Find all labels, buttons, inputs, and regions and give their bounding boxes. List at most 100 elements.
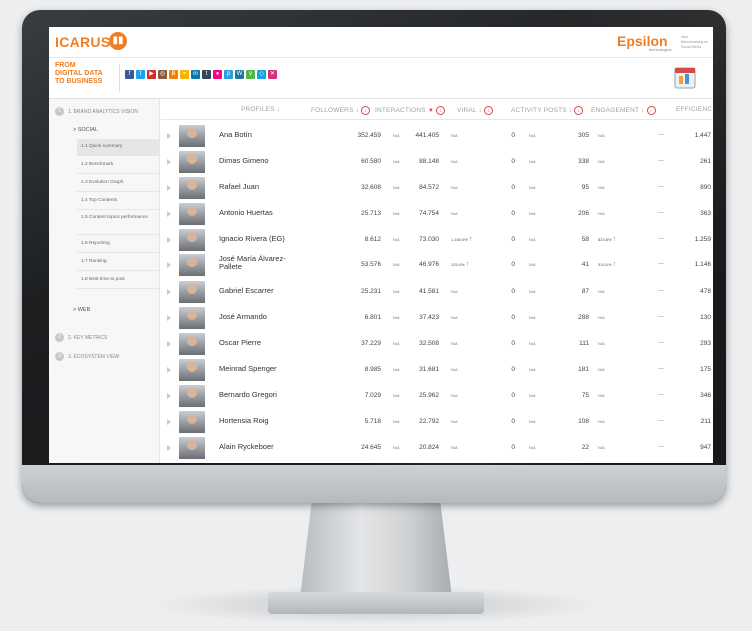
sidebar-item-top-contents[interactable]: 1.4 Top Contents bbox=[77, 193, 159, 210]
blogger-icon[interactable]: B bbox=[169, 70, 178, 79]
sidebar-section-key-metrics[interactable]: 2 2. KEY METRICS bbox=[55, 333, 107, 342]
viral-change: N/A bbox=[529, 419, 536, 424]
info-icon[interactable]: i bbox=[646, 106, 656, 115]
table-row[interactable]: José María Álvarez-Pallete 53.576 N/A 46.97… bbox=[161, 253, 713, 277]
expand-row-icon[interactable] bbox=[167, 237, 171, 243]
expand-row-icon[interactable] bbox=[167, 159, 171, 165]
interactions-value: 88.148 bbox=[419, 158, 439, 165]
efficiency-value: 1.259 bbox=[694, 236, 711, 243]
table-row[interactable]: Ana Botín 352.459 N/A 441.405 N/A 0 N/A 305 N/A -… bbox=[161, 124, 713, 148]
expand-row-icon[interactable] bbox=[167, 185, 171, 191]
engagement-value: --- bbox=[658, 314, 664, 320]
profile-name[interactable]: Dimas Gimeno bbox=[219, 157, 289, 165]
profile-name[interactable]: Rafael Juan bbox=[219, 183, 289, 191]
followers-value: 60.580 bbox=[361, 158, 381, 165]
calendar-icon[interactable] bbox=[671, 62, 699, 92]
tagline-line: DIGITAL DATA bbox=[55, 70, 103, 77]
expand-row-icon[interactable] bbox=[167, 341, 171, 347]
efficiency-value: 478 bbox=[700, 288, 711, 295]
info-icon[interactable]: i bbox=[361, 106, 371, 115]
expand-row-icon[interactable] bbox=[167, 211, 171, 217]
table-row[interactable]: Hortensia Roig 5.718 N/A 22.792 N/A 0 N/A 108 N/… bbox=[161, 410, 713, 434]
sidebar-item-reporting[interactable]: 1.6 Reporting bbox=[77, 236, 159, 253]
profile-name[interactable]: Ignacio Rivera (EG) bbox=[219, 235, 289, 243]
expand-row-icon[interactable] bbox=[167, 419, 171, 425]
expand-row-icon[interactable] bbox=[167, 289, 171, 295]
table-row[interactable]: Ignacio Rivera (EG) 8.612 N/A 73.030 1.160,9… bbox=[161, 228, 713, 252]
expand-row-icon[interactable] bbox=[167, 367, 171, 373]
linkedin-icon[interactable]: in bbox=[191, 70, 200, 79]
col-engagement[interactable]: ENGAGEMENT ↕ i bbox=[591, 106, 656, 115]
profile-name[interactable]: José María Álvarez-Pallete bbox=[219, 255, 289, 271]
vimeo-icon[interactable]: v bbox=[246, 70, 255, 79]
col-followers[interactable]: FOLLOWERS ↕ i bbox=[311, 106, 371, 115]
pinterest-icon[interactable]: p bbox=[224, 70, 233, 79]
expand-row-icon[interactable] bbox=[167, 393, 171, 399]
expand-row-icon[interactable] bbox=[167, 262, 171, 268]
rss-icon[interactable]: ≈ bbox=[180, 70, 189, 79]
table-row[interactable]: Gabriel Escarrer 25.231 N/A 41.581 N/A 0 N/A 87… bbox=[161, 280, 713, 304]
interactions-value: 22.792 bbox=[419, 418, 439, 425]
sidebar-item-benchmark[interactable]: 1.2 Benchmark bbox=[77, 157, 159, 174]
efficiency-value: 1.447 bbox=[694, 132, 711, 139]
section-number-icon: 3 bbox=[55, 352, 64, 361]
table-row[interactable]: José Armando 6.801 N/A 37.423 N/A 0 N/A 288 N/A -… bbox=[161, 306, 713, 330]
col-interactions[interactable]: INTERACTIONS ▼ i bbox=[375, 106, 445, 115]
profile-name[interactable]: Alain Ryckeboer bbox=[219, 443, 289, 451]
table-row[interactable]: Isabel Pardo14.713N/A16.820N/A0N/A155N/A… bbox=[161, 462, 713, 463]
epsilon-subtitle: technologies bbox=[649, 47, 672, 52]
xing-icon[interactable]: ✕ bbox=[268, 70, 277, 79]
sidebar-item-ranking[interactable]: 1.7 Ranking bbox=[77, 254, 159, 271]
table-row[interactable]: Rafael Juan 32.608 N/A 84.572 N/A 0 N/A 95 N/A --… bbox=[161, 176, 713, 200]
flickr-icon[interactable]: ● bbox=[213, 70, 222, 79]
sidebar-group-web[interactable]: > WEB bbox=[73, 307, 90, 313]
profile-name[interactable]: Ana Botín bbox=[219, 131, 289, 139]
profile-name[interactable]: Hortensia Roig bbox=[219, 417, 289, 425]
efficiency-value: 947 bbox=[700, 444, 711, 451]
instagram-icon[interactable]: ◎ bbox=[158, 70, 167, 79]
foursquare-icon[interactable]: ◇ bbox=[257, 70, 266, 79]
sidebar-item-best-time[interactable]: 1.8 Best time to post bbox=[77, 272, 159, 289]
table-row[interactable]: Alain Ryckeboer 24.645 N/A 20.824 N/A 0 N/A 22 N… bbox=[161, 436, 713, 460]
sidebar-section-ecosystem[interactable]: 3 3. ECOSYSTEM VIEW bbox=[55, 352, 119, 361]
expand-row-icon[interactable] bbox=[167, 445, 171, 451]
table-row[interactable]: Bernardo Gregori 7.029 N/A 25.962 N/A 0 N/A 75 N… bbox=[161, 384, 713, 408]
profile-name[interactable]: Gabriel Escarrer bbox=[219, 287, 289, 295]
sidebar-item-quick-summary[interactable]: 1.1 Quick summary bbox=[77, 139, 159, 156]
facebook-icon[interactable]: f bbox=[125, 70, 134, 79]
profile-name[interactable]: Oscar Pierre bbox=[219, 339, 289, 347]
sidebar-section-brand-analytics[interactable]: 1 1. BRAND ANALYTICS VISION bbox=[55, 107, 138, 116]
col-activity-posts[interactable]: ACTIVITY POSTS ↕ i bbox=[511, 106, 584, 115]
sidebar-group-social[interactable]: > SOCIAL bbox=[73, 127, 98, 133]
col-viral[interactable]: VIRAL ↕ i bbox=[457, 106, 494, 115]
tumblr-icon[interactable]: t bbox=[202, 70, 211, 79]
col-profiles[interactable]: PROFILES ↕ bbox=[241, 106, 280, 113]
profile-name[interactable]: José Armando bbox=[219, 313, 289, 321]
wordpress-icon[interactable]: W bbox=[235, 70, 244, 79]
interactions-change-text: N/A bbox=[451, 315, 458, 320]
col-efficiency[interactable]: EFFICIENC bbox=[676, 106, 712, 113]
sidebar-item-evolution-graph[interactable]: 1.3 Evolution Graph bbox=[77, 175, 159, 192]
info-icon[interactable]: i bbox=[484, 106, 494, 115]
col-interactions-label: INTERACTIONS bbox=[375, 107, 426, 115]
sidebar-item-content-topics[interactable]: 1.5 Content topics performance bbox=[77, 211, 159, 235]
expand-row-icon[interactable] bbox=[167, 133, 171, 139]
table-row[interactable]: Meinrad Spenger 8.985 N/A 31.681 N/A 0 N/A 181 N… bbox=[161, 358, 713, 382]
table-row[interactable]: Antonio Huertas 25.713 N/A 74.754 N/A 0 N/A 206… bbox=[161, 202, 713, 226]
avatar bbox=[179, 125, 205, 147]
profile-name[interactable]: Meinrad Spenger bbox=[219, 365, 289, 373]
info-icon[interactable]: i bbox=[435, 106, 445, 115]
youtube-icon[interactable]: ▶ bbox=[147, 70, 156, 79]
info-icon[interactable]: i bbox=[574, 106, 584, 115]
expand-row-icon[interactable] bbox=[167, 315, 171, 321]
activity-value: 206 bbox=[578, 210, 589, 217]
activity-value: 75 bbox=[581, 392, 589, 399]
table-row[interactable]: Oscar Pierre 37.229 N/A 32.508 N/A 0 N/A 111 N/A… bbox=[161, 332, 713, 356]
epsilon-tagline: Idea Benchmarking en Social Media bbox=[681, 35, 709, 49]
icarus-logo[interactable]: ICARUS bbox=[55, 34, 110, 50]
twitter-icon[interactable]: t bbox=[136, 70, 145, 79]
interactions-value: 37.423 bbox=[419, 314, 439, 321]
profile-name[interactable]: Antonio Huertas bbox=[219, 209, 289, 217]
table-row[interactable]: Dimas Gimeno 60.580 N/A 88.148 N/A 0 N/A 338 N/A… bbox=[161, 150, 713, 174]
profile-name[interactable]: Bernardo Gregori bbox=[219, 391, 289, 399]
